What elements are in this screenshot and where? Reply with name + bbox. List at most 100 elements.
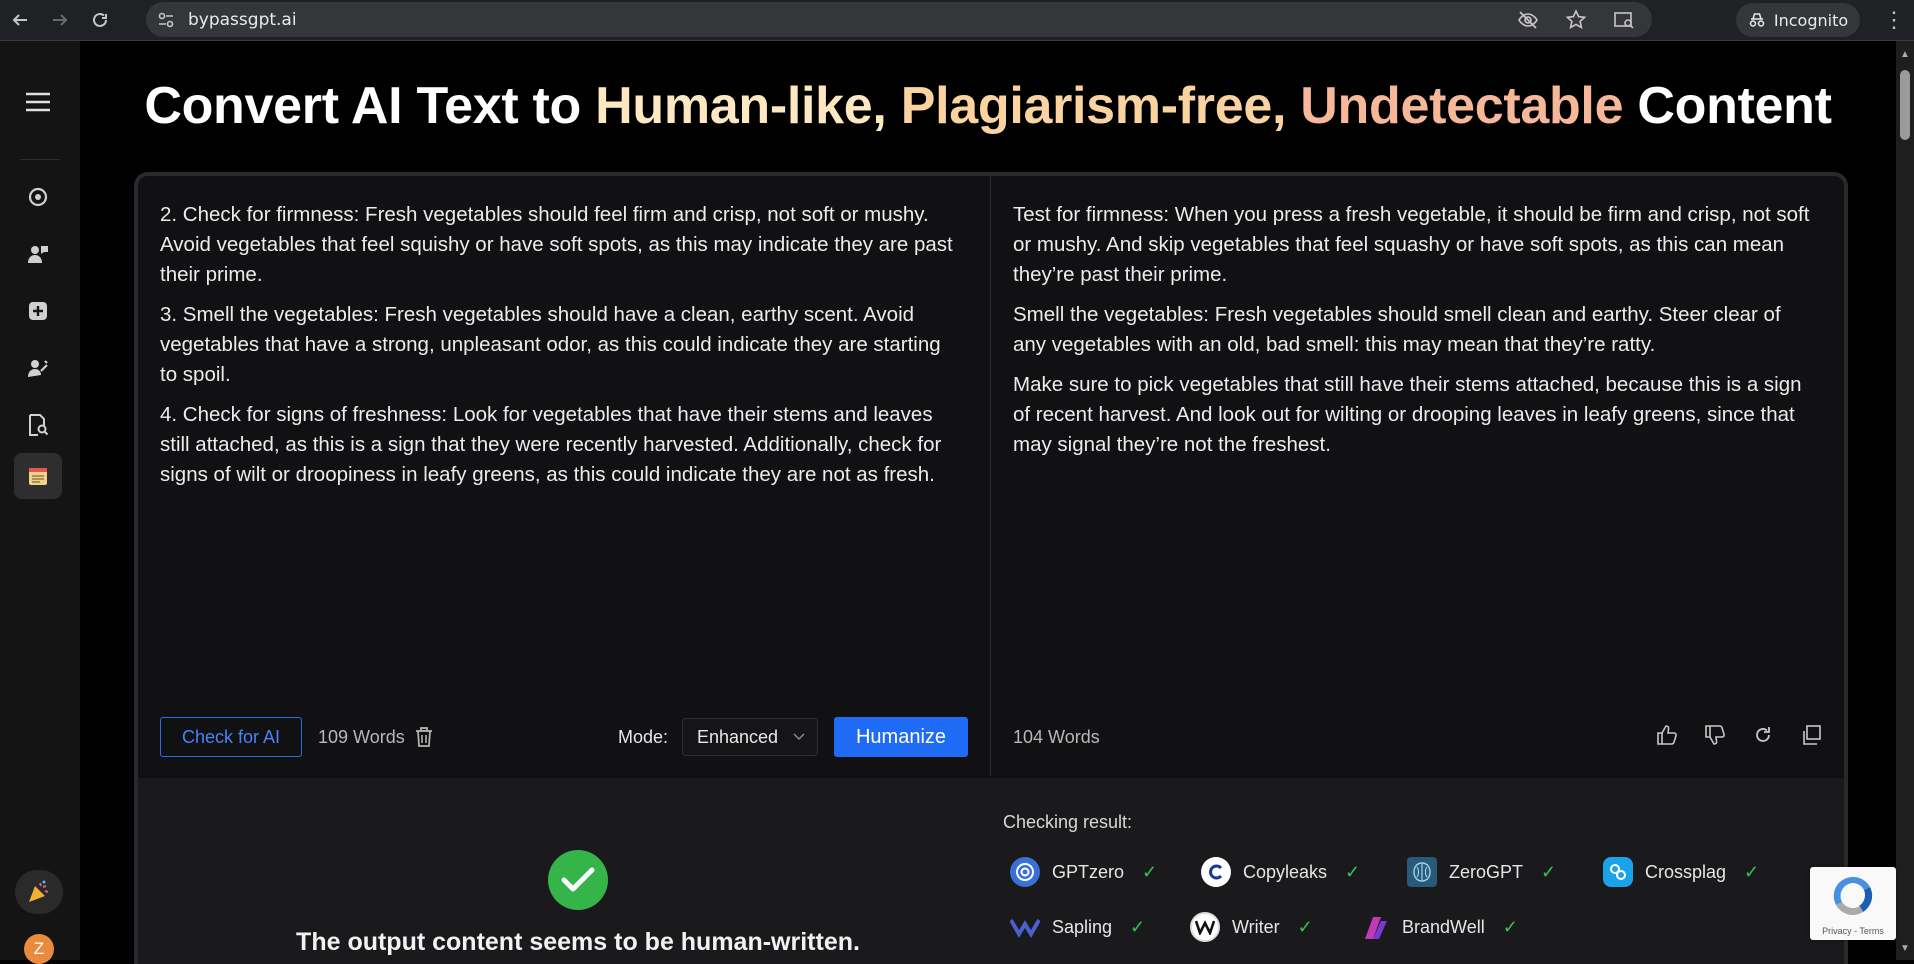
writer-logo-icon (1190, 912, 1220, 942)
scrollbar-thumb[interactable] (1900, 70, 1910, 140)
input-word-count: 109 Words (318, 726, 405, 747)
notepad-icon (29, 468, 47, 485)
title-part-1: Convert AI Text to (144, 77, 596, 135)
title-highlight-2: Plagiarism-free, (900, 77, 1287, 135)
output-paragraph: Make sure to pick vegetables that still … (1013, 373, 1802, 456)
thumbs-down-icon[interactable] (1704, 724, 1726, 751)
mode-value: Enhanced (697, 726, 779, 747)
detector-zerogpt: ZeroGPT ✓ (1407, 856, 1556, 888)
title-highlight-1: Human-like, (595, 77, 887, 135)
crossplag-logo-icon (1603, 857, 1633, 887)
chevron-down-icon (793, 729, 805, 744)
reload-button[interactable] (80, 0, 120, 40)
title-part-end: Content (1637, 77, 1832, 135)
check-mark-icon: ✓ (1297, 916, 1313, 937)
browser-toolbar: bypassgpt.ai Incognito ⋮ (0, 0, 1914, 41)
sidebar-item-tools[interactable] (14, 345, 62, 391)
sidebar-item-new[interactable] (14, 288, 62, 334)
back-button[interactable] (0, 0, 40, 40)
detector-name: ZeroGPT (1449, 861, 1524, 882)
page-scrollbar[interactable] (1896, 41, 1914, 960)
check-mark-icon: ✓ (1345, 861, 1361, 882)
sidebar-item-detector[interactable] (14, 402, 62, 448)
scroll-up-icon[interactable]: ▲ (1899, 50, 1911, 60)
promo-party-icon[interactable] (15, 870, 63, 914)
input-textarea[interactable]: 2. Check for firmness: Fresh vegetables … (160, 200, 960, 500)
check-for-ai-button[interactable]: Check for AI (160, 717, 302, 757)
input-pane: 2. Check for firmness: Fresh vegetables … (138, 176, 991, 776)
regenerate-icon[interactable] (1752, 724, 1774, 751)
person-wrench-icon (28, 360, 48, 377)
detector-copyleaks: Copyleaks ✓ (1201, 856, 1360, 888)
brandwell-logo-icon (1360, 912, 1390, 942)
address-bar[interactable]: bypassgpt.ai (146, 2, 1652, 37)
sapling-logo-icon (1010, 912, 1040, 942)
success-check-icon (548, 850, 608, 910)
sidebar-item-notes[interactable] (14, 453, 62, 499)
check-mark-icon: ✓ (1130, 916, 1146, 937)
check-mark-icon: ✓ (1502, 916, 1518, 937)
thumbs-up-icon[interactable] (1656, 724, 1678, 751)
plus-square-icon (29, 302, 47, 320)
detector-name: GPTzero (1052, 861, 1125, 882)
refresh-robot-icon (28, 187, 48, 207)
output-paragraph: Test for firmness: When you press a fres… (1013, 203, 1810, 286)
input-paragraph: 2. Check for firmness: Fresh vegetables … (160, 203, 953, 286)
recaptcha-badge[interactable]: Privacy - Terms (1810, 867, 1896, 940)
recaptcha-links[interactable]: Privacy - Terms (1810, 926, 1896, 936)
gptzero-logo-icon (1010, 857, 1040, 887)
detector-name: Crossplag (1645, 861, 1727, 882)
copyleaks-logo-icon (1201, 857, 1231, 887)
humanize-button[interactable]: Humanize (834, 717, 968, 757)
zerogpt-logo-icon (1407, 857, 1437, 887)
result-message: The output content seems to be human-wri… (296, 928, 860, 956)
detector-name: Sapling (1052, 916, 1113, 937)
sidebar-item-chat[interactable] (14, 231, 62, 277)
detector-brandwell: BrandWell ✓ (1360, 911, 1518, 943)
input-paragraph: 4. Check for signs of freshness: Look fo… (160, 403, 942, 486)
hamburger-menu-icon[interactable] (14, 79, 62, 125)
checking-result-section: The output content seems to be human-wri… (138, 778, 1844, 964)
output-word-count: 104 Words (1013, 726, 1100, 747)
mode-label: Mode: (617, 726, 668, 747)
detector-name: Writer (1232, 916, 1280, 937)
detector-crossplag: Crossplag ✓ (1603, 856, 1759, 888)
detector-sapling: Sapling ✓ (1010, 911, 1145, 943)
site-settings-icon[interactable] (156, 10, 176, 30)
eye-off-icon[interactable] (1514, 6, 1542, 34)
check-mark-icon: ✓ (1541, 861, 1557, 882)
output-footer: 104 Words (1013, 716, 1822, 758)
sidebar: Z (0, 41, 80, 964)
check-mark-icon: ✓ (1142, 861, 1158, 882)
incognito-icon (1749, 13, 1765, 27)
sidebar-item-humanizer[interactable] (14, 174, 62, 220)
incognito-label: Incognito (1773, 10, 1849, 30)
copy-icon[interactable] (1800, 724, 1822, 751)
arrow-right-icon (53, 14, 68, 26)
browser-menu-icon[interactable]: ⋮ (1874, 0, 1914, 40)
recaptcha-icon (1833, 876, 1873, 916)
person-chat-icon (28, 246, 48, 263)
forward-button[interactable] (40, 0, 80, 40)
humanizer-panel: 2. Check for firmness: Fresh vegetables … (134, 172, 1848, 964)
input-footer: Check for AI 109 Words Mode: Enhanced Hu… (160, 716, 968, 758)
document-search-icon (29, 414, 49, 436)
mode-dropdown[interactable]: Enhanced (682, 718, 818, 756)
arrow-left-icon (12, 14, 27, 26)
tab-search-icon[interactable] (1610, 6, 1638, 34)
trash-icon[interactable] (415, 727, 433, 747)
output-paragraph: Smell the vegetables: Fresh vegetables s… (1013, 303, 1781, 356)
page-title: Convert AI Text to Human-like, Plagiaris… (80, 76, 1896, 136)
scroll-down-icon[interactable]: ▼ (1899, 944, 1911, 954)
url-text: bypassgpt.ai (188, 9, 297, 30)
detector-writer: Writer ✓ (1190, 911, 1313, 943)
sidebar-divider (20, 159, 60, 160)
input-paragraph: 3. Smell the vegetables: Fresh vegetable… (160, 303, 941, 386)
bookmark-star-icon[interactable] (1562, 6, 1590, 34)
incognito-indicator[interactable]: Incognito (1736, 3, 1860, 37)
check-mark-icon: ✓ (1744, 861, 1760, 882)
detector-name: Copyleaks (1243, 861, 1328, 882)
output-text[interactable]: Test for firmness: When you press a fres… (1013, 200, 1814, 470)
title-highlight-3: Undetectable (1300, 77, 1624, 135)
reload-icon (93, 12, 107, 27)
